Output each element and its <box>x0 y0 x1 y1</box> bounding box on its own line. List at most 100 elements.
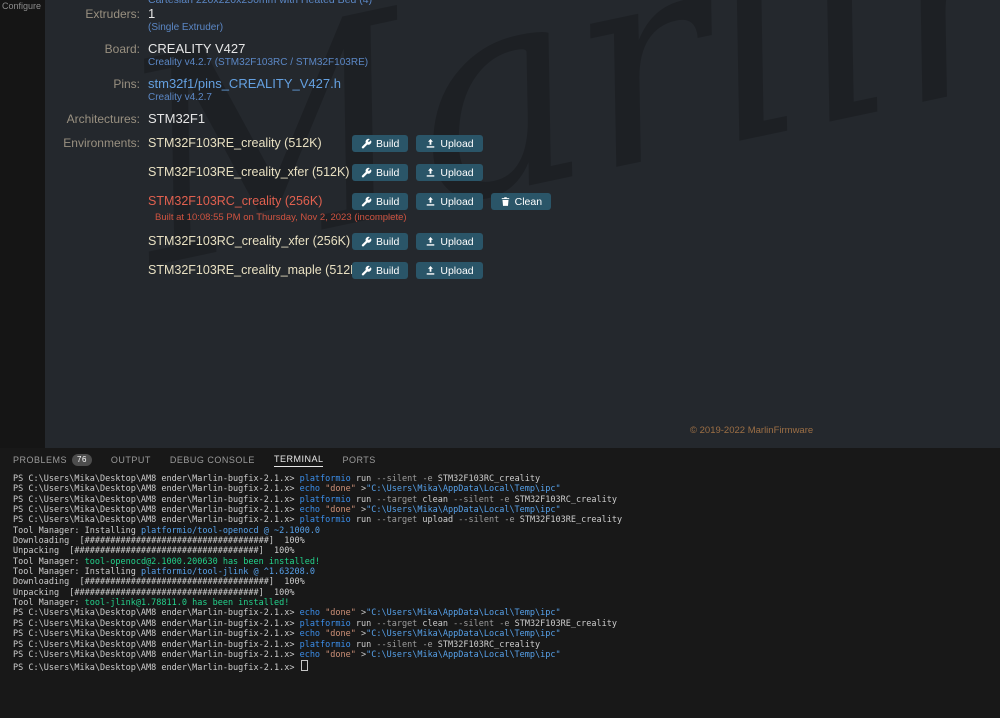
terminal-line: PS C:\Users\Mika\Desktop\AM8 ender\Marli… <box>13 608 1000 618</box>
field-row: Pins: stm32f1/pins_CREALITY_V427.hCrealit… <box>45 76 1000 104</box>
upload-button[interactable]: Upload <box>416 193 482 210</box>
terminal-line: Downloading [###########################… <box>13 577 1000 587</box>
terminal-line: PS C:\Users\Mika\Desktop\AM8 ender\Marli… <box>13 619 1000 629</box>
vscode-bottom-panel: PROBLEMS 76 OUTPUT DEBUG CONSOLE TERMINAL POR… <box>0 448 1000 718</box>
field-subtitle: Creality v4.2.7 (STM32F103RC / STM32F103… <box>148 56 368 69</box>
terminal-line: Downloading [###########################… <box>13 536 1000 546</box>
button-label: Clean <box>515 196 542 208</box>
terminal-line: PS C:\Users\Mika\Desktop\AM8 ender\Marli… <box>13 484 1000 494</box>
wrench-icon <box>361 167 372 178</box>
button-label: Upload <box>440 265 473 277</box>
terminal-line: Tool Manager: Installing platformio/tool… <box>13 526 1000 536</box>
environment-row: STM32F103RC_creality (256K) Build Upload Cl… <box>148 193 1000 210</box>
build-button[interactable]: Build <box>352 193 408 210</box>
wrench-icon <box>361 236 372 247</box>
tab-label: TERMINAL <box>274 454 324 467</box>
upload-icon <box>425 167 436 178</box>
field-value: STM32F1 <box>148 111 205 126</box>
field-label: Architectures: <box>45 111 140 127</box>
environments-list: STM32F103RE_creality (512K)BuildUploadST… <box>148 135 1000 291</box>
fields: Extruders: 1(Single Extruder) Board: CREALI… <box>45 6 1000 127</box>
environment-name: STM32F103RE_creality_xfer (512K) <box>148 164 352 181</box>
pins-file-link[interactable]: stm32f1/pins_CREALITY_V427.h <box>148 76 341 91</box>
terminal-line: PS C:\Users\Mika\Desktop\AM8 ender\Marli… <box>13 660 1000 673</box>
environment-name: STM32F103RC_creality_xfer (256K) <box>148 233 352 250</box>
terminal-line: Tool Manager: Installing platformio/tool… <box>13 567 1000 577</box>
upload-icon <box>425 236 436 247</box>
button-label: Build <box>376 236 399 248</box>
panel-tabbar: PROBLEMS 76 OUTPUT DEBUG CONSOLE TERMINAL POR… <box>0 448 1000 472</box>
terminal-line: Unpacking [#############################… <box>13 588 1000 598</box>
upload-button[interactable]: Upload <box>416 262 482 279</box>
button-label: Build <box>376 196 399 208</box>
panel-tab-output[interactable]: OUTPUT <box>111 448 151 472</box>
field-row: Board: CREALITY V427Creality v4.2.7 (STM3… <box>45 41 1000 69</box>
button-label: Upload <box>440 167 473 179</box>
copyright-footer: © 2019-2022 MarlinFirmware <box>690 425 813 436</box>
environment-row: STM32F103RC_creality_xfer (256K) Build Upl… <box>148 233 1000 250</box>
upload-button[interactable]: Upload <box>416 233 482 250</box>
terminal-line: Unpacking [#############################… <box>13 546 1000 556</box>
wrench-icon <box>361 196 372 207</box>
terminal-line: Tool Manager: tool-jlink@1.78811.0 has b… <box>13 598 1000 608</box>
environment-name: STM32F103RC_creality (256K) <box>148 193 352 210</box>
upload-button[interactable]: Upload <box>416 164 482 181</box>
button-label: Build <box>376 167 399 179</box>
activity-sidebar-strip: Configure <box>0 0 45 448</box>
terminal-line: PS C:\Users\Mika\Desktop\AM8 ender\Marli… <box>13 640 1000 650</box>
terminal-line: Tool Manager: tool-openocd@2.1000.200630… <box>13 557 1000 567</box>
button-label: Upload <box>440 236 473 248</box>
panel-tab-terminal[interactable]: TERMINAL <box>274 448 324 472</box>
button-label: Build <box>376 138 399 150</box>
field-label: Board: <box>45 41 140 69</box>
button-label: Upload <box>440 196 473 208</box>
environments-label: Environments: <box>45 135 140 291</box>
field-subtitle: (Single Extruder) <box>148 21 223 34</box>
clean-button[interactable]: Clean <box>491 193 551 210</box>
environment-row: STM32F103RE_creality_maple (512K) Build Up… <box>148 262 1000 279</box>
tab-label: OUTPUT <box>111 455 151 465</box>
wrench-icon <box>361 265 372 276</box>
terminal-line: PS C:\Users\Mika\Desktop\AM8 ender\Marli… <box>13 495 1000 505</box>
terminal-output[interactable]: PS C:\Users\Mika\Desktop\AM8 ender\Marli… <box>0 472 1000 718</box>
upload-icon <box>425 138 436 149</box>
field-value: CREALITY V427 <box>148 41 368 56</box>
build-status-note: Built at 10:08:55 PM on Thursday, Nov 2,… <box>155 212 1000 223</box>
environment-name: STM32F103RE_creality (512K) <box>148 135 352 152</box>
upload-icon <box>425 196 436 207</box>
terminal-line: PS C:\Users\Mika\Desktop\AM8 ender\Marli… <box>13 474 1000 484</box>
field-label: Extruders: <box>45 6 140 34</box>
field-label: Pins: <box>45 76 140 104</box>
field-value: 1 <box>148 6 223 21</box>
panel-tab-problems[interactable]: PROBLEMS 76 <box>13 448 92 472</box>
trash-icon <box>500 196 511 207</box>
environment-row: STM32F103RE_creality_xfer (512K) Build Upl… <box>148 164 1000 181</box>
build-button[interactable]: Build <box>352 164 408 181</box>
terminal-line: PS C:\Users\Mika\Desktop\AM8 ender\Marli… <box>13 515 1000 525</box>
panel-content: Extruders: 1(Single Extruder) Board: CREALI… <box>45 6 1000 291</box>
field-row: Extruders: 1(Single Extruder) <box>45 6 1000 34</box>
upload-icon <box>425 265 436 276</box>
panel-tab-debug-console[interactable]: DEBUG CONSOLE <box>170 448 255 472</box>
build-button[interactable]: Build <box>352 233 408 250</box>
build-button[interactable]: Build <box>352 135 408 152</box>
panel-tab-ports[interactable]: PORTS <box>342 448 375 472</box>
upload-button[interactable]: Upload <box>416 135 482 152</box>
problems-count-badge: 76 <box>72 454 92 466</box>
environments-section: Environments: STM32F103RE_creality (512K… <box>45 135 1000 291</box>
button-label: Build <box>376 265 399 277</box>
terminal-line: PS C:\Users\Mika\Desktop\AM8 ender\Marli… <box>13 505 1000 515</box>
environment-row: STM32F103RE_creality (512K) Build Upload <box>148 135 1000 152</box>
configure-tree-item[interactable]: Configure <box>0 0 45 11</box>
button-label: Upload <box>440 138 473 150</box>
terminal-line: PS C:\Users\Mika\Desktop\AM8 ender\Marli… <box>13 629 1000 639</box>
tab-label: PROBLEMS <box>13 455 67 465</box>
tab-label: DEBUG CONSOLE <box>170 455 255 465</box>
terminal-cursor <box>301 660 308 671</box>
terminal-line: PS C:\Users\Mika\Desktop\AM8 ender\Marli… <box>13 650 1000 660</box>
tab-label: PORTS <box>342 455 375 465</box>
field-row: Architectures: STM32F1 <box>45 111 1000 127</box>
build-button[interactable]: Build <box>352 262 408 279</box>
field-subtitle: Creality v4.2.7 <box>148 91 341 104</box>
environment-name: STM32F103RE_creality_maple (512K) <box>148 262 352 279</box>
